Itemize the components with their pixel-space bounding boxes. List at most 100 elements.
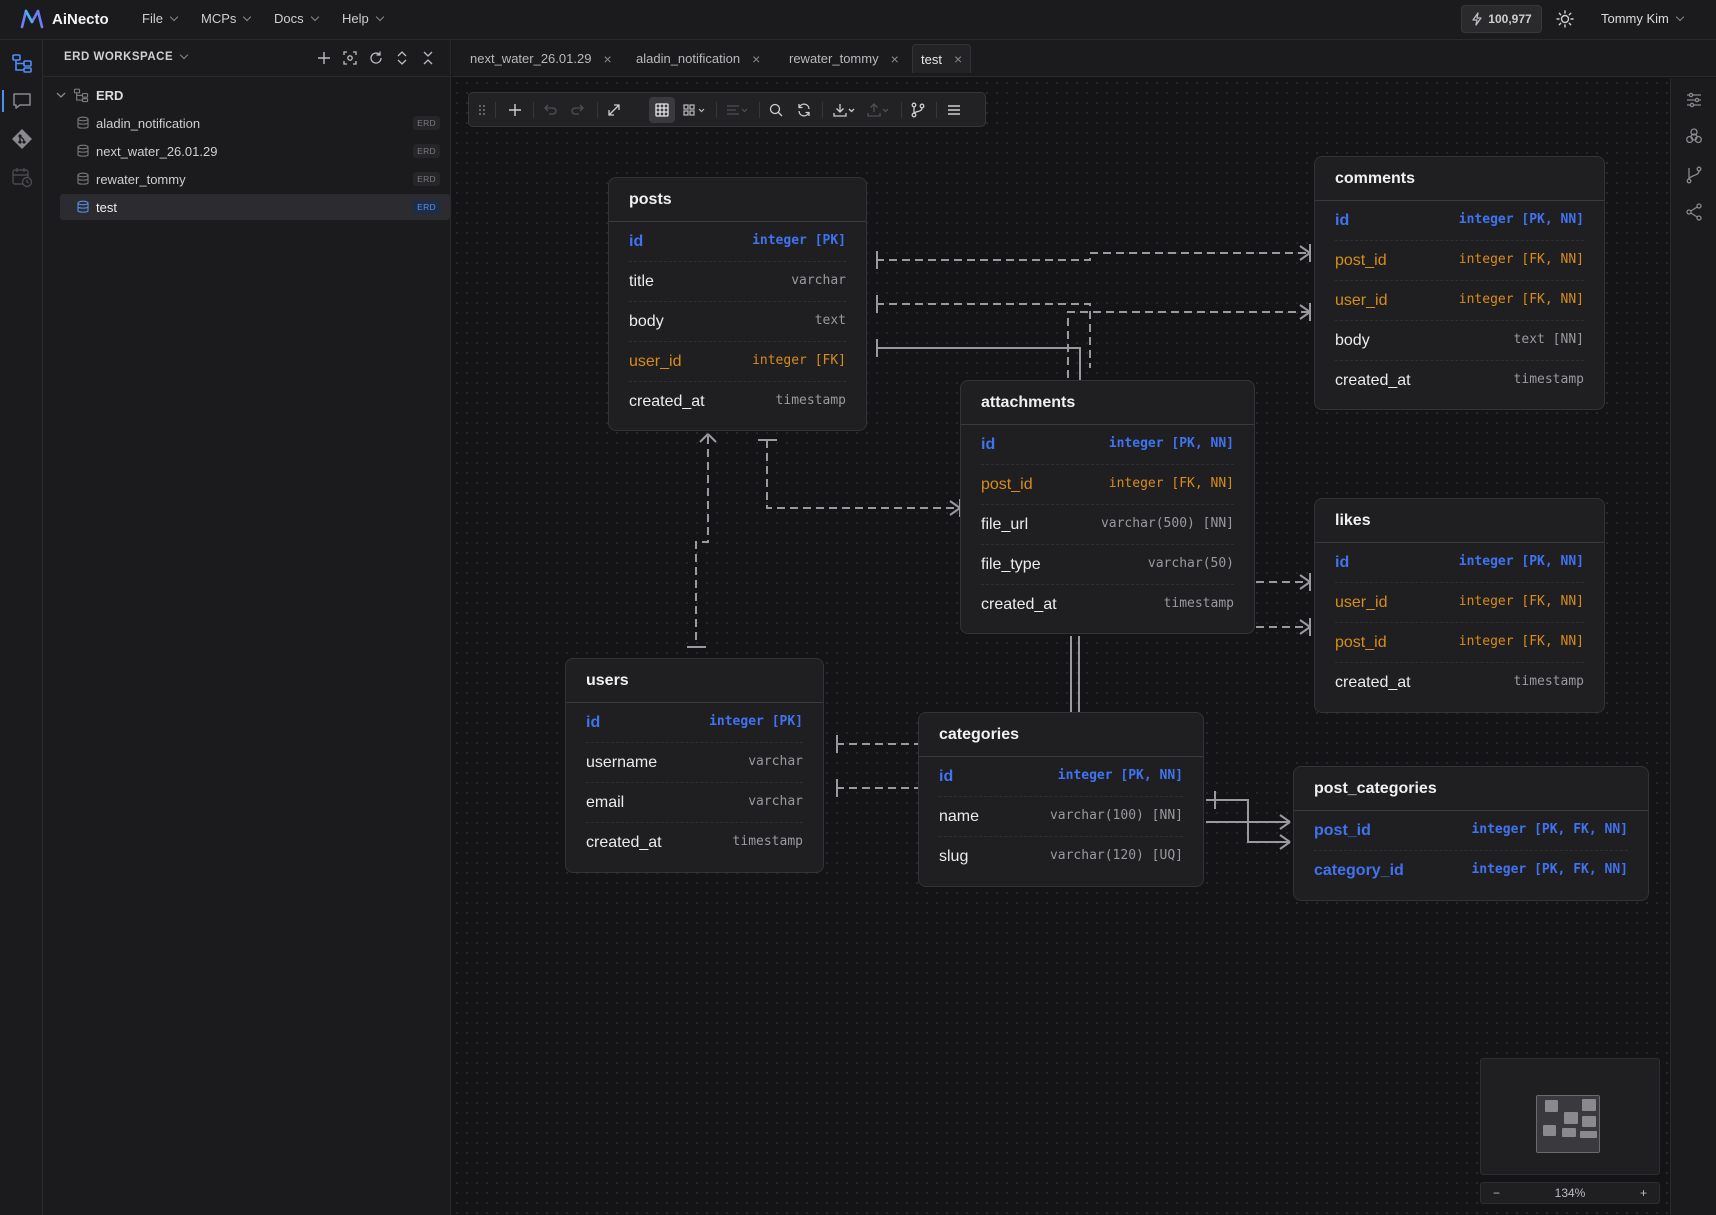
close-icon[interactable]: × (752, 51, 760, 67)
column-row[interactable]: post_id integer [PK, FK, NN] (1314, 811, 1628, 851)
table-attachments[interactable]: attachments id integer [PK, NN] post_id in… (960, 380, 1255, 634)
column-row[interactable]: id integer [PK, NN] (1335, 543, 1584, 583)
erd-toolbar (468, 92, 986, 127)
app-logo[interactable]: AiNecto (20, 8, 109, 30)
tab-next-water[interactable]: next_water_26.01.29 × (470, 44, 612, 73)
close-icon[interactable]: × (603, 51, 611, 67)
erd-tree-icon[interactable] (11, 52, 33, 74)
column-row[interactable]: username varchar (586, 743, 803, 783)
sidebar-item-aladin-notification[interactable]: aladin_notification ERD (60, 110, 450, 136)
table-post-categories[interactable]: post_categories post_id integer [PK, FK, … (1293, 766, 1649, 901)
column-row[interactable]: user_id integer [FK, NN] (1335, 583, 1584, 623)
column-row[interactable]: created_at timestamp (586, 823, 803, 863)
add-table-icon[interactable] (506, 101, 524, 119)
minimap[interactable] (1480, 1058, 1660, 1175)
column-row[interactable]: id integer [PK] (629, 222, 846, 262)
column-row[interactable]: user_id integer [FK] (629, 342, 846, 382)
column-row[interactable]: file_type varchar(50) (981, 545, 1234, 585)
column-row[interactable]: category_id integer [PK, FK, NN] (1314, 851, 1628, 891)
expand-all-icon[interactable] (393, 49, 411, 67)
menu-help[interactable]: Help (342, 11, 384, 26)
column-row[interactable]: file_url varchar(500) [NN] (981, 505, 1234, 545)
zoom-out-button[interactable]: − (1493, 1186, 1500, 1200)
column-row[interactable]: title varchar (629, 262, 846, 302)
openai-icon[interactable] (1684, 127, 1704, 147)
chevron-down-icon (56, 92, 66, 98)
table-likes[interactable]: likes id integer [PK, NN] user_id integer … (1314, 498, 1605, 713)
column-name: post_id (981, 476, 1033, 493)
column-type: timestamp (1513, 674, 1584, 689)
undo-icon[interactable] (541, 101, 559, 119)
add-icon[interactable] (315, 49, 333, 67)
redo-icon[interactable] (569, 101, 587, 119)
close-icon[interactable]: × (954, 51, 962, 67)
column-name: body (629, 313, 664, 330)
sync-icon[interactable] (795, 101, 813, 119)
column-name: post_id (1314, 822, 1371, 839)
column-row[interactable]: name varchar(100) [NN] (939, 797, 1183, 837)
column-name: username (586, 754, 658, 771)
table-posts[interactable]: posts id integer [PK] title varchar body te… (608, 177, 867, 431)
menu-file[interactable]: File (142, 11, 179, 26)
column-type: timestamp (775, 393, 846, 408)
layout-icon[interactable] (681, 101, 709, 119)
calendar-clock-icon[interactable] (11, 166, 33, 188)
column-row[interactable]: body text [NN] (1335, 321, 1584, 361)
credits-button[interactable]: 100,977 (1461, 5, 1542, 33)
sun-icon[interactable] (1555, 9, 1575, 29)
column-row[interactable]: email varchar (586, 783, 803, 823)
upload-icon[interactable] (865, 101, 893, 119)
sidebar-item-test[interactable]: test ERD (60, 194, 450, 220)
focus-icon[interactable] (341, 49, 359, 67)
table-categories[interactable]: categories id integer [PK, NN] name varcha… (918, 712, 1204, 887)
column-row[interactable]: slug varchar(120) [UQ] (939, 837, 1183, 877)
column-row[interactable]: post_id integer [FK, NN] (1335, 241, 1584, 281)
sidebar-item-rewater-tommy[interactable]: rewater_tommy ERD (60, 166, 450, 192)
workspace-selector[interactable]: ERD WORKSPACE (64, 50, 189, 63)
sidebar-item-label: aladin_notification (96, 115, 201, 131)
collapse-all-icon[interactable] (419, 49, 437, 67)
column-row[interactable]: user_id integer [FK, NN] (1335, 281, 1584, 321)
column-row[interactable]: created_at timestamp (1335, 361, 1584, 401)
table-comments[interactable]: comments id integer [PK, NN] post_id integ… (1314, 156, 1605, 410)
table-grid-icon[interactable] (653, 101, 671, 119)
zoom-in-button[interactable]: + (1640, 1186, 1647, 1200)
download-icon[interactable] (831, 101, 859, 119)
menu-icon[interactable] (945, 101, 963, 119)
tree-root-erd[interactable]: ERD (56, 82, 450, 108)
user-menu[interactable]: Tommy Kim (1601, 11, 1685, 26)
tab-test[interactable]: test × (912, 44, 972, 73)
column-row[interactable]: post_id integer [FK, NN] (1335, 623, 1584, 663)
column-type: integer [FK, NN] (1458, 634, 1584, 649)
column-row[interactable]: post_id integer [FK, NN] (981, 465, 1234, 505)
column-row[interactable]: body text (629, 302, 846, 342)
fit-view-icon[interactable] (605, 101, 623, 119)
menu-mcps[interactable]: MCPs (201, 11, 252, 26)
branch-icon[interactable] (1684, 165, 1704, 185)
minimap-viewport[interactable] (1536, 1095, 1600, 1153)
column-row[interactable]: id integer [PK, NN] (939, 757, 1183, 797)
drag-handle-icon[interactable] (473, 101, 491, 119)
table-users[interactable]: users id integer [PK] username varchar ema… (565, 658, 824, 873)
search-icon[interactable] (767, 101, 785, 119)
erd-canvas[interactable]: posts id integer [PK] title varchar body te… (452, 78, 1670, 1215)
menu-docs[interactable]: Docs (274, 11, 319, 26)
close-icon[interactable]: × (891, 51, 899, 67)
tab-aladin-notification[interactable]: aladin_notification × (636, 44, 760, 73)
column-type: text (814, 313, 846, 328)
column-row[interactable]: created_at timestamp (981, 585, 1234, 625)
share-icon[interactable] (1684, 202, 1704, 222)
align-icon[interactable] (724, 101, 752, 119)
sliders-icon[interactable] (1684, 90, 1704, 110)
column-row[interactable]: id integer [PK, NN] (981, 425, 1234, 465)
tab-rewater-tommy[interactable]: rewater_tommy × (789, 44, 899, 73)
column-row[interactable]: created_at timestamp (1335, 663, 1584, 703)
refresh-icon[interactable] (367, 49, 385, 67)
branch-icon[interactable] (909, 101, 927, 119)
git-icon[interactable] (11, 128, 33, 150)
sidebar-item-next-water[interactable]: next_water_26.01.29 ERD (60, 138, 450, 164)
chat-icon[interactable] (11, 90, 33, 112)
column-row[interactable]: created_at timestamp (629, 382, 846, 422)
column-row[interactable]: id integer [PK] (586, 703, 803, 743)
column-row[interactable]: id integer [PK, NN] (1335, 201, 1584, 241)
